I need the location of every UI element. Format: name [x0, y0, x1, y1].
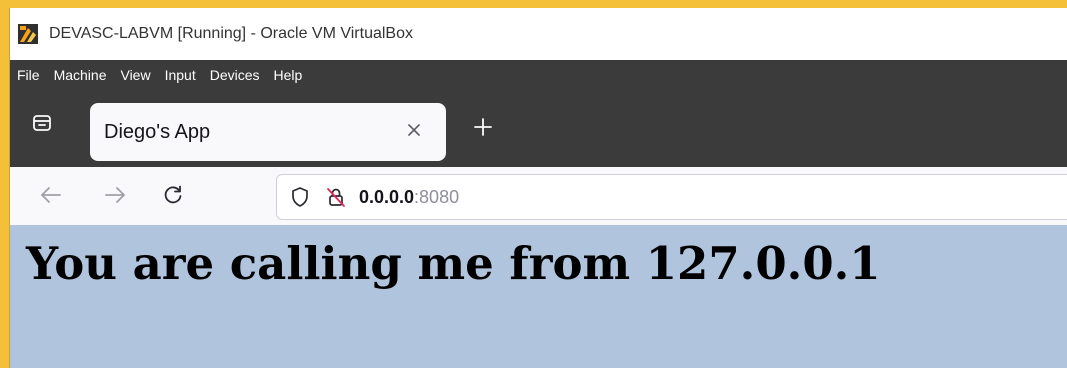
- plus-icon: [474, 118, 492, 136]
- virtualbox-logo-icon: [18, 24, 38, 44]
- menubar: File Machine View Input Devices Help: [10, 60, 1067, 89]
- back-button[interactable]: [38, 182, 64, 208]
- browser-tabbar: Diego's App: [10, 89, 1067, 167]
- new-tab-button[interactable]: [470, 114, 496, 140]
- menu-view[interactable]: View: [120, 67, 150, 83]
- virtualbox-window: DEVASC-LABVM [Running] - Oracle VM Virtu…: [10, 8, 1067, 368]
- close-icon: [408, 124, 420, 136]
- url-text[interactable]: 0.0.0.0:8080: [359, 187, 459, 208]
- tab-title: Diego's App: [104, 120, 211, 143]
- menu-help[interactable]: Help: [274, 67, 303, 83]
- browser-tab[interactable]: Diego's App: [90, 103, 446, 161]
- forward-button[interactable]: [102, 182, 128, 208]
- page-heading: You are calling me from 127.0.0.1: [26, 237, 881, 290]
- menu-file[interactable]: File: [17, 67, 40, 83]
- url-host: 0.0.0.0: [359, 186, 415, 207]
- tracking-protection-shield-icon[interactable]: [289, 186, 311, 208]
- window-titlebar[interactable]: DEVASC-LABVM [Running] - Oracle VM Virtu…: [10, 8, 1067, 60]
- reload-button[interactable]: [160, 182, 186, 208]
- tab-overview-button[interactable]: [30, 111, 54, 135]
- menu-devices[interactable]: Devices: [210, 67, 260, 83]
- page-content: You are calling me from 127.0.0.1: [10, 225, 1067, 368]
- menu-machine[interactable]: Machine: [54, 67, 107, 83]
- menu-input[interactable]: Input: [165, 67, 196, 83]
- reload-icon: [164, 185, 182, 204]
- url-port: :8080: [414, 186, 460, 207]
- browser-navbar: 0.0.0.0:8080: [10, 167, 1067, 225]
- url-bar[interactable]: 0.0.0.0:8080: [276, 174, 1067, 220]
- window-title: DEVASC-LABVM [Running] - Oracle VM Virtu…: [49, 25, 413, 42]
- tab-overview-icon: [33, 115, 51, 131]
- forward-arrow-icon: [105, 187, 125, 203]
- back-arrow-icon: [41, 187, 61, 203]
- tab-close-button[interactable]: [402, 118, 426, 142]
- insecure-lock-icon[interactable]: [325, 186, 347, 208]
